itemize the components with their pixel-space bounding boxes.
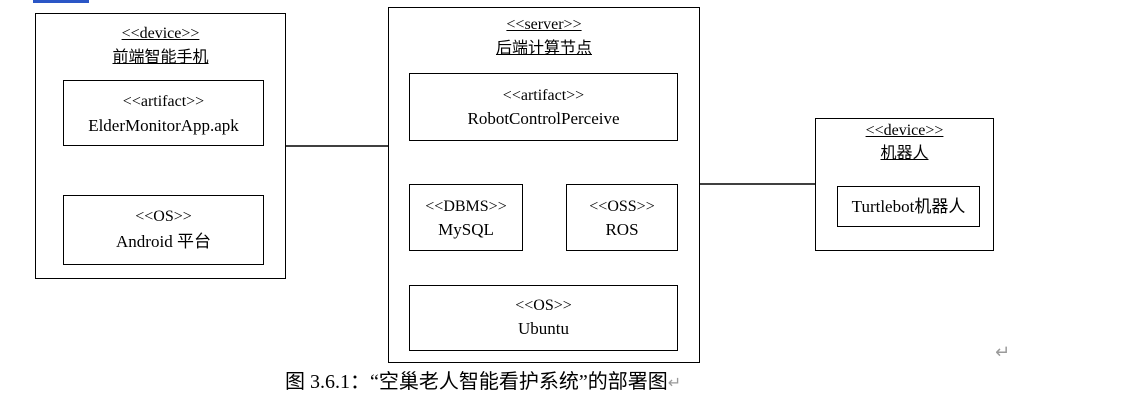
mysql-dbms-stereotype: <<DBMS>> (425, 198, 507, 215)
robot-node-name: 机器人 (880, 145, 929, 162)
server-node-name: 后端计算节点 (495, 40, 592, 57)
figure-caption: 图 3.6.1：“空巢老人智能看护系统”的部署图↵ (285, 369, 681, 396)
app-artifact-stereotype: <<artifact>> (122, 93, 205, 110)
android-os-name: Android 平台 (116, 232, 211, 251)
mysql-dbms-box (409, 184, 523, 251)
robot-control-artifact-box (409, 73, 678, 141)
ros-oss-stereotype: <<OSS>> (589, 198, 655, 215)
app-artifact-box (63, 80, 264, 146)
phone-stereotype: <<device>> (121, 25, 200, 42)
android-os-stereotype: <<OS>> (135, 208, 192, 225)
phone-node-name: 前端智能手机 (112, 49, 209, 66)
android-os-box (63, 195, 264, 265)
robot-control-artifact-name: RobotControlPerceive (467, 109, 620, 128)
ros-oss-name: ROS (605, 220, 639, 239)
ubuntu-os-stereotype: <<OS>> (515, 297, 572, 314)
ubuntu-os-box (409, 285, 678, 351)
robot-stereotype: <<device>> (865, 122, 944, 139)
ubuntu-os-name: Ubuntu (518, 319, 569, 338)
ros-oss-box (566, 184, 678, 251)
turtlebot-component-name: Turtlebot机器人 (851, 197, 966, 216)
server-stereotype: <<server>> (506, 16, 582, 33)
paragraph-return-mark: ↵ (995, 342, 1011, 363)
caption-return-mark: ↵ (667, 373, 682, 392)
app-artifact-name: ElderMonitorApp.apk (88, 116, 239, 135)
mysql-dbms-name: MySQL (438, 220, 494, 239)
robot-control-artifact-stereotype: <<artifact>> (502, 87, 585, 104)
figure-caption-text: 图 3.6.1：“空巢老人智能看护系统”的部署图 (285, 371, 668, 393)
